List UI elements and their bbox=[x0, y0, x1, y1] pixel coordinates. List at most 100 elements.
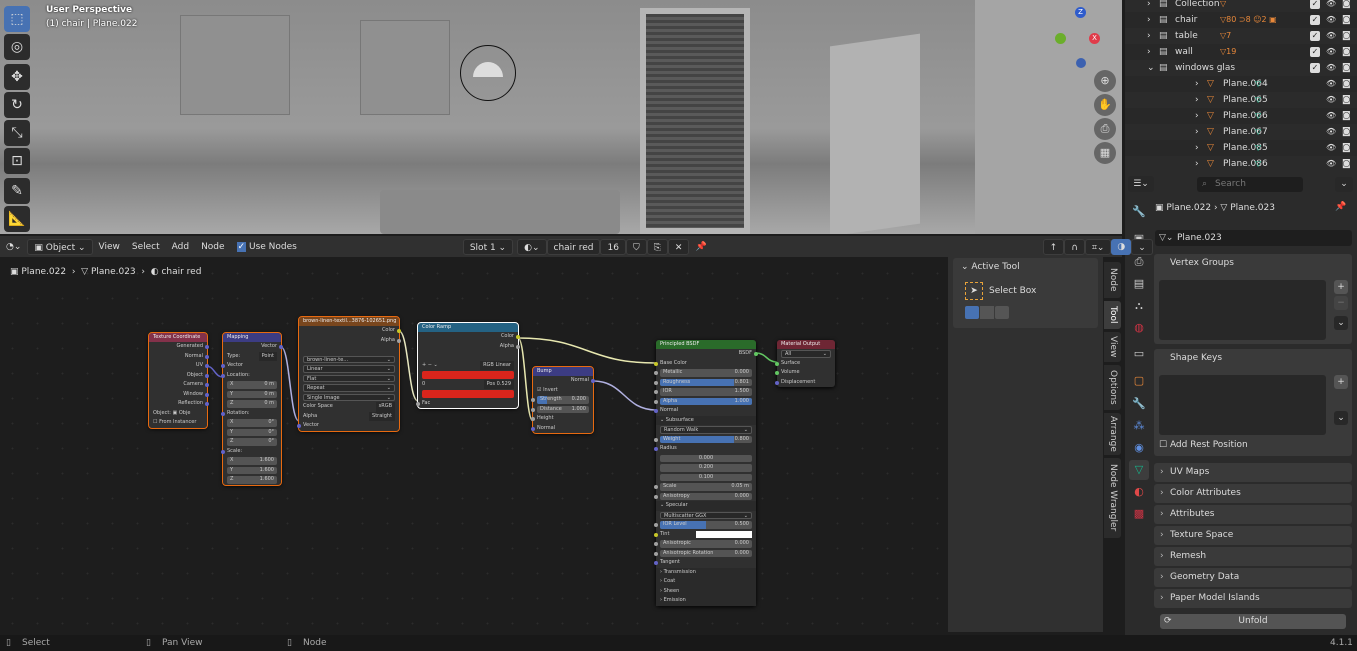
overlay-dropdown[interactable]: ⌄ bbox=[1131, 238, 1153, 255]
node-header[interactable]: Texture Coordinate bbox=[149, 333, 207, 342]
node-bump[interactable]: Bump Normal ☑ Invert Strength 0.200 Distance 1… bbox=[531, 366, 595, 434]
color-ramp-gradient[interactable] bbox=[422, 371, 514, 379]
add-vertex-group-button[interactable]: + bbox=[1334, 280, 1348, 294]
value-field[interactable]: 0.200 bbox=[660, 464, 752, 472]
eye-icon[interactable]: 👁 bbox=[1326, 108, 1336, 124]
value-field[interactable]: Weight 0.800 bbox=[660, 435, 752, 443]
outliner-row[interactable]: › ▽ Plane.085 ▽ 👁 ◙ bbox=[1125, 140, 1357, 156]
value-field[interactable]: Strength 0.200 bbox=[537, 396, 589, 404]
expand-arrow-icon[interactable]: › bbox=[1147, 0, 1151, 12]
value-field[interactable]: Anisotropic Rotation 0.000 bbox=[660, 549, 752, 557]
socket[interactable] bbox=[205, 373, 209, 378]
options-dropdown[interactable]: ⌄ bbox=[1335, 177, 1353, 192]
panel-toggle[interactable]: ⌄ Specular bbox=[660, 502, 688, 508]
move-tool[interactable]: ✥ bbox=[4, 64, 30, 90]
dropdown[interactable]: Linear ⌄ bbox=[303, 365, 395, 373]
mesh-data-tab-icon[interactable]: ▽ bbox=[1129, 460, 1149, 480]
vertex-groups-list[interactable] bbox=[1159, 280, 1326, 340]
outliner-row[interactable]: › ▤ chair ▽80 ⊃8 ☺2 ▣ ✓ 👁 ◙ bbox=[1125, 12, 1357, 28]
tab-node-wrangler[interactable]: Node Wrangler bbox=[1104, 458, 1121, 538]
pin-icon[interactable]: 📌 bbox=[1335, 202, 1346, 212]
node-header[interactable]: Mapping bbox=[223, 333, 281, 342]
slot-dropdown[interactable]: Slot 1 ⌄ bbox=[462, 238, 514, 255]
add-rest-position-checkbox[interactable]: ☐ Add Rest Position bbox=[1159, 440, 1248, 450]
particles-tab-icon[interactable]: ⁂ bbox=[1129, 416, 1149, 436]
socket[interactable] bbox=[516, 335, 520, 339]
socket[interactable] bbox=[654, 399, 658, 404]
eye-icon[interactable]: 👁 bbox=[1326, 60, 1336, 76]
dropdown[interactable]: brown-linen-te... ⌄ bbox=[303, 355, 395, 363]
node-value[interactable]: RGB Linear bbox=[480, 360, 514, 370]
vertex-group-menu-button[interactable]: ⌄ bbox=[1334, 316, 1348, 330]
render-camera-icon[interactable]: ◙ bbox=[1342, 76, 1351, 92]
eye-icon[interactable]: 👁 bbox=[1326, 76, 1336, 92]
panel-uv-maps[interactable]: UV Maps bbox=[1154, 463, 1352, 482]
texture-tab-icon[interactable]: ▩ bbox=[1129, 504, 1149, 524]
tab-view[interactable]: View bbox=[1104, 332, 1121, 362]
node-value[interactable]: Straight bbox=[369, 411, 395, 421]
gizmo-neg-z[interactable] bbox=[1076, 58, 1086, 68]
value-field[interactable]: Alpha 1.000 bbox=[660, 397, 752, 405]
node-link[interactable] bbox=[280, 346, 300, 422]
hand-pan-icon[interactable]: ✋ bbox=[1094, 94, 1116, 116]
node-output[interactable]: Material Output All ⌄ Surface Volume Displace… bbox=[775, 340, 835, 387]
parent-node-tree-icon[interactable]: ↑ bbox=[1042, 238, 1065, 255]
render-camera-icon[interactable]: ◙ bbox=[1342, 44, 1351, 60]
panel-toggle[interactable]: ⌄ Subsurface bbox=[660, 417, 694, 423]
use-nodes-checkbox[interactable]: ✓ Use Nodes bbox=[231, 239, 303, 255]
value-field[interactable]: Anisotropic 0.000 bbox=[660, 540, 752, 548]
tool-tab-icon[interactable]: 🔧 bbox=[1129, 202, 1149, 222]
node-image[interactable]: brown-linen-textil...3876-102651.png Colo… bbox=[297, 316, 401, 432]
unfold-button[interactable]: ⟳ Unfold bbox=[1160, 614, 1346, 629]
socket[interactable] bbox=[205, 345, 209, 349]
outliner-row[interactable]: › ▽ Plane.086 ▽ 👁 ◙ bbox=[1125, 156, 1357, 172]
render-camera-icon[interactable]: ◙ bbox=[1342, 140, 1351, 156]
material-users-count[interactable]: 16 bbox=[600, 238, 626, 255]
camera-view-icon[interactable]: ⎙ bbox=[1094, 118, 1116, 140]
render-camera-icon[interactable]: ◙ bbox=[1342, 156, 1351, 172]
eye-icon[interactable]: 👁 bbox=[1326, 140, 1336, 156]
outliner-row[interactable]: ⌄ ▤ windows glas ✓ 👁 ◙ bbox=[1125, 60, 1357, 76]
mode-extend-icon[interactable] bbox=[980, 306, 994, 319]
dropdown[interactable]: Flat ⌄ bbox=[303, 374, 395, 382]
active-tool-header[interactable]: ⌄ Active Tool bbox=[953, 258, 1098, 272]
expand-arrow-icon[interactable]: › bbox=[1195, 76, 1199, 92]
cursor-tool[interactable]: ◎ bbox=[4, 34, 30, 60]
object-mode-dropdown[interactable]: ▣ Object ⌄ bbox=[27, 238, 93, 255]
value-field[interactable]: Metallic 0.000 bbox=[660, 369, 752, 377]
render-camera-icon[interactable]: ◙ bbox=[1342, 92, 1351, 108]
node-header[interactable]: Bump bbox=[533, 367, 593, 376]
expand-arrow-icon[interactable]: › bbox=[1147, 12, 1151, 28]
collection-tab-icon[interactable]: ▭ bbox=[1129, 344, 1149, 364]
socket[interactable] bbox=[654, 542, 658, 546]
mesh-name-field[interactable]: ▽⌄ Plane.023 bbox=[1155, 230, 1352, 246]
value-field[interactable]: Z 0 m bbox=[227, 400, 277, 408]
menu-node[interactable]: Node bbox=[195, 239, 231, 255]
shape-keys-header[interactable]: Shape Keys bbox=[1154, 349, 1352, 368]
scene-tab-icon[interactable]: ⛬ bbox=[1129, 296, 1149, 316]
value-field[interactable]: X 1.600 bbox=[227, 457, 277, 465]
socket[interactable] bbox=[531, 407, 535, 412]
node-editor[interactable] bbox=[0, 236, 945, 632]
editor-type-icon[interactable]: ☰⌄ bbox=[1128, 176, 1154, 192]
overlay-icon[interactable]: ◑ bbox=[1111, 238, 1132, 255]
socket[interactable] bbox=[221, 364, 225, 368]
socket[interactable] bbox=[531, 426, 535, 431]
node-value[interactable]: Point bbox=[258, 351, 277, 361]
mode-new-icon[interactable] bbox=[965, 306, 979, 319]
dropdown[interactable]: All ⌄ bbox=[781, 350, 831, 358]
node-link[interactable] bbox=[517, 337, 657, 364]
outliner-item-name[interactable]: Collection bbox=[1175, 0, 1220, 12]
socket[interactable] bbox=[654, 437, 658, 442]
select-box-icon[interactable]: ➤ bbox=[965, 282, 983, 300]
panel-toggle[interactable]: › Emission bbox=[660, 597, 686, 603]
node-mapping[interactable]: Mapping Vector Type: Point Vector Location: X 0… bbox=[221, 332, 283, 486]
transform-tool[interactable]: ⊡ bbox=[4, 148, 30, 174]
value-field[interactable]: Anisotropy 0.000 bbox=[660, 492, 752, 500]
eye-icon[interactable]: 👁 bbox=[1326, 156, 1336, 172]
eye-icon[interactable]: 👁 bbox=[1326, 124, 1336, 140]
render-camera-icon[interactable]: ◙ bbox=[1342, 12, 1351, 28]
select-box-tool[interactable]: ⬚ bbox=[4, 6, 30, 32]
outliner-row[interactable]: › ▽ Plane.065 ▽ 👁 ◙ bbox=[1125, 92, 1357, 108]
socket[interactable] bbox=[516, 344, 520, 349]
